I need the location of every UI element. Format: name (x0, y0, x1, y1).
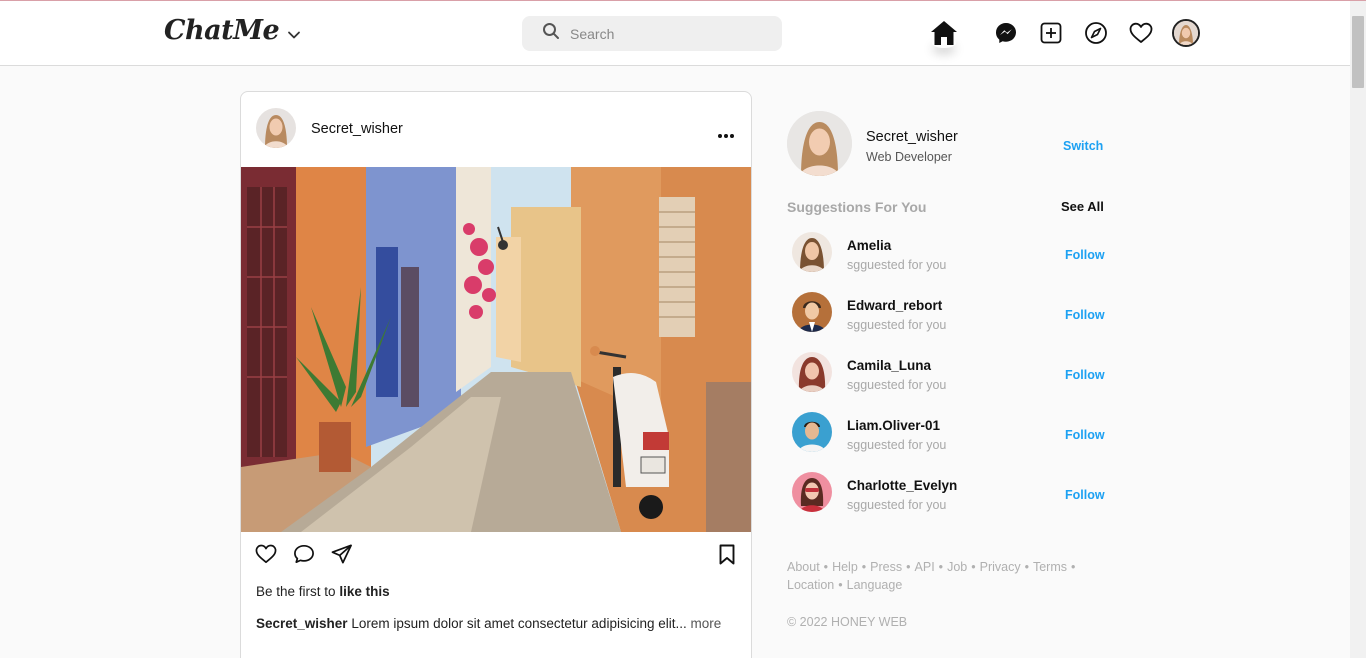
caption-username[interactable]: Secret_wisher (256, 616, 348, 631)
comment-icon[interactable] (293, 544, 315, 569)
footer-link-api[interactable]: API (915, 560, 935, 574)
suggestion-name[interactable]: Charlotte_Evelyn (847, 478, 957, 493)
post-username[interactable]: Secret_wisher (311, 121, 403, 137)
search-bar[interactable] (522, 16, 782, 51)
explore-icon[interactable] (1081, 18, 1111, 48)
suggestion-item: Charlotte_Evelyn sgguested for you Follo… (792, 472, 1112, 516)
like-icon[interactable] (255, 544, 277, 569)
footer-link-job[interactable]: Job (947, 560, 967, 574)
suggestion-item: Liam.Oliver-01 sgguested for you Follow (792, 412, 1112, 456)
suggestions-title: Suggestions For You (787, 199, 927, 215)
suggestion-avatar[interactable] (792, 292, 832, 332)
nav-icon-group (929, 18, 1201, 48)
share-icon[interactable] (331, 544, 353, 569)
search-icon (542, 22, 560, 45)
suggestion-subtext: sgguested for you (847, 378, 947, 392)
suggestion-item: Camila_Luna sgguested for you Follow (792, 352, 1112, 396)
current-user-avatar[interactable] (787, 111, 852, 176)
suggestion-subtext: sgguested for you (847, 498, 947, 512)
suggestion-name[interactable]: Liam.Oliver-01 (847, 418, 940, 433)
follow-button[interactable]: Follow (1065, 488, 1105, 502)
more-options-icon[interactable] (717, 126, 735, 144)
suggestion-avatar[interactable] (792, 352, 832, 392)
likes-prefix: Be the first to (256, 584, 336, 599)
suggestion-name[interactable]: Amelia (847, 238, 891, 253)
app-logo[interactable]: ChatMe (164, 15, 301, 46)
suggestion-item: Edward_rebort sgguested for you Follow (792, 292, 1112, 336)
post-image[interactable] (241, 167, 751, 532)
copyright-text: © 2022 HONEY WEB (787, 615, 908, 629)
switch-account-button[interactable]: Switch (1063, 139, 1103, 153)
current-user-role: Web Developer (866, 150, 952, 164)
footer-link-press[interactable]: Press (870, 560, 902, 574)
follow-button[interactable]: Follow (1065, 248, 1105, 262)
footer-link-help[interactable]: Help (832, 560, 858, 574)
caption-more-link[interactable]: more (691, 616, 722, 631)
messenger-icon[interactable] (991, 18, 1021, 48)
heart-icon[interactable] (1126, 18, 1156, 48)
suggestion-name[interactable]: Camila_Luna (847, 358, 931, 373)
home-icon[interactable] (929, 18, 959, 48)
footer-link-language[interactable]: Language (847, 578, 903, 592)
suggestion-subtext: sgguested for you (847, 438, 947, 452)
suggestion-avatar[interactable] (792, 472, 832, 512)
top-navbar: ChatMe (0, 1, 1350, 66)
footer-link-terms[interactable]: Terms (1033, 560, 1067, 574)
post-caption: Secret_wisher Lorem ipsum dolor sit amet… (256, 614, 726, 634)
chevron-down-icon[interactable] (287, 28, 301, 42)
footer-link-privacy[interactable]: Privacy (980, 560, 1021, 574)
post-author-avatar[interactable] (256, 108, 296, 148)
see-all-link[interactable]: See All (1061, 199, 1104, 214)
bookmark-icon[interactable] (719, 544, 735, 570)
suggestion-avatar[interactable] (792, 232, 832, 272)
logo-text: ChatMe (164, 15, 280, 46)
follow-button[interactable]: Follow (1065, 368, 1105, 382)
page-scrollbar[interactable] (1350, 1, 1366, 658)
add-post-icon[interactable] (1036, 18, 1066, 48)
suggestion-subtext: sgguested for you (847, 318, 947, 332)
suggestion-avatar[interactable] (792, 412, 832, 452)
likes-bold[interactable]: like this (339, 584, 389, 599)
post-card: Secret_wisher Be the first to like this … (240, 91, 752, 658)
profile-avatar[interactable] (1171, 18, 1201, 48)
search-input[interactable] (570, 25, 760, 42)
follow-button[interactable]: Follow (1065, 428, 1105, 442)
suggestion-name[interactable]: Edward_rebort (847, 298, 942, 313)
caption-text: Lorem ipsum dolor sit amet consectetur a… (351, 616, 687, 631)
current-user-name[interactable]: Secret_wisher (866, 129, 958, 145)
footer-link-about[interactable]: About (787, 560, 820, 574)
likes-text: Be the first to like this (256, 584, 390, 599)
footer-link-location[interactable]: Location (787, 578, 834, 592)
scrollbar-thumb[interactable] (1352, 16, 1364, 88)
suggestion-item: Amelia sgguested for you Follow (792, 232, 1112, 276)
suggestion-subtext: sgguested for you (847, 258, 947, 272)
post-header: Secret_wisher (241, 92, 751, 167)
follow-button[interactable]: Follow (1065, 308, 1105, 322)
footer-links: About • Help • Press • API • Job • Privacy • Terms • L… (787, 560, 1076, 592)
post-actions (241, 544, 751, 574)
